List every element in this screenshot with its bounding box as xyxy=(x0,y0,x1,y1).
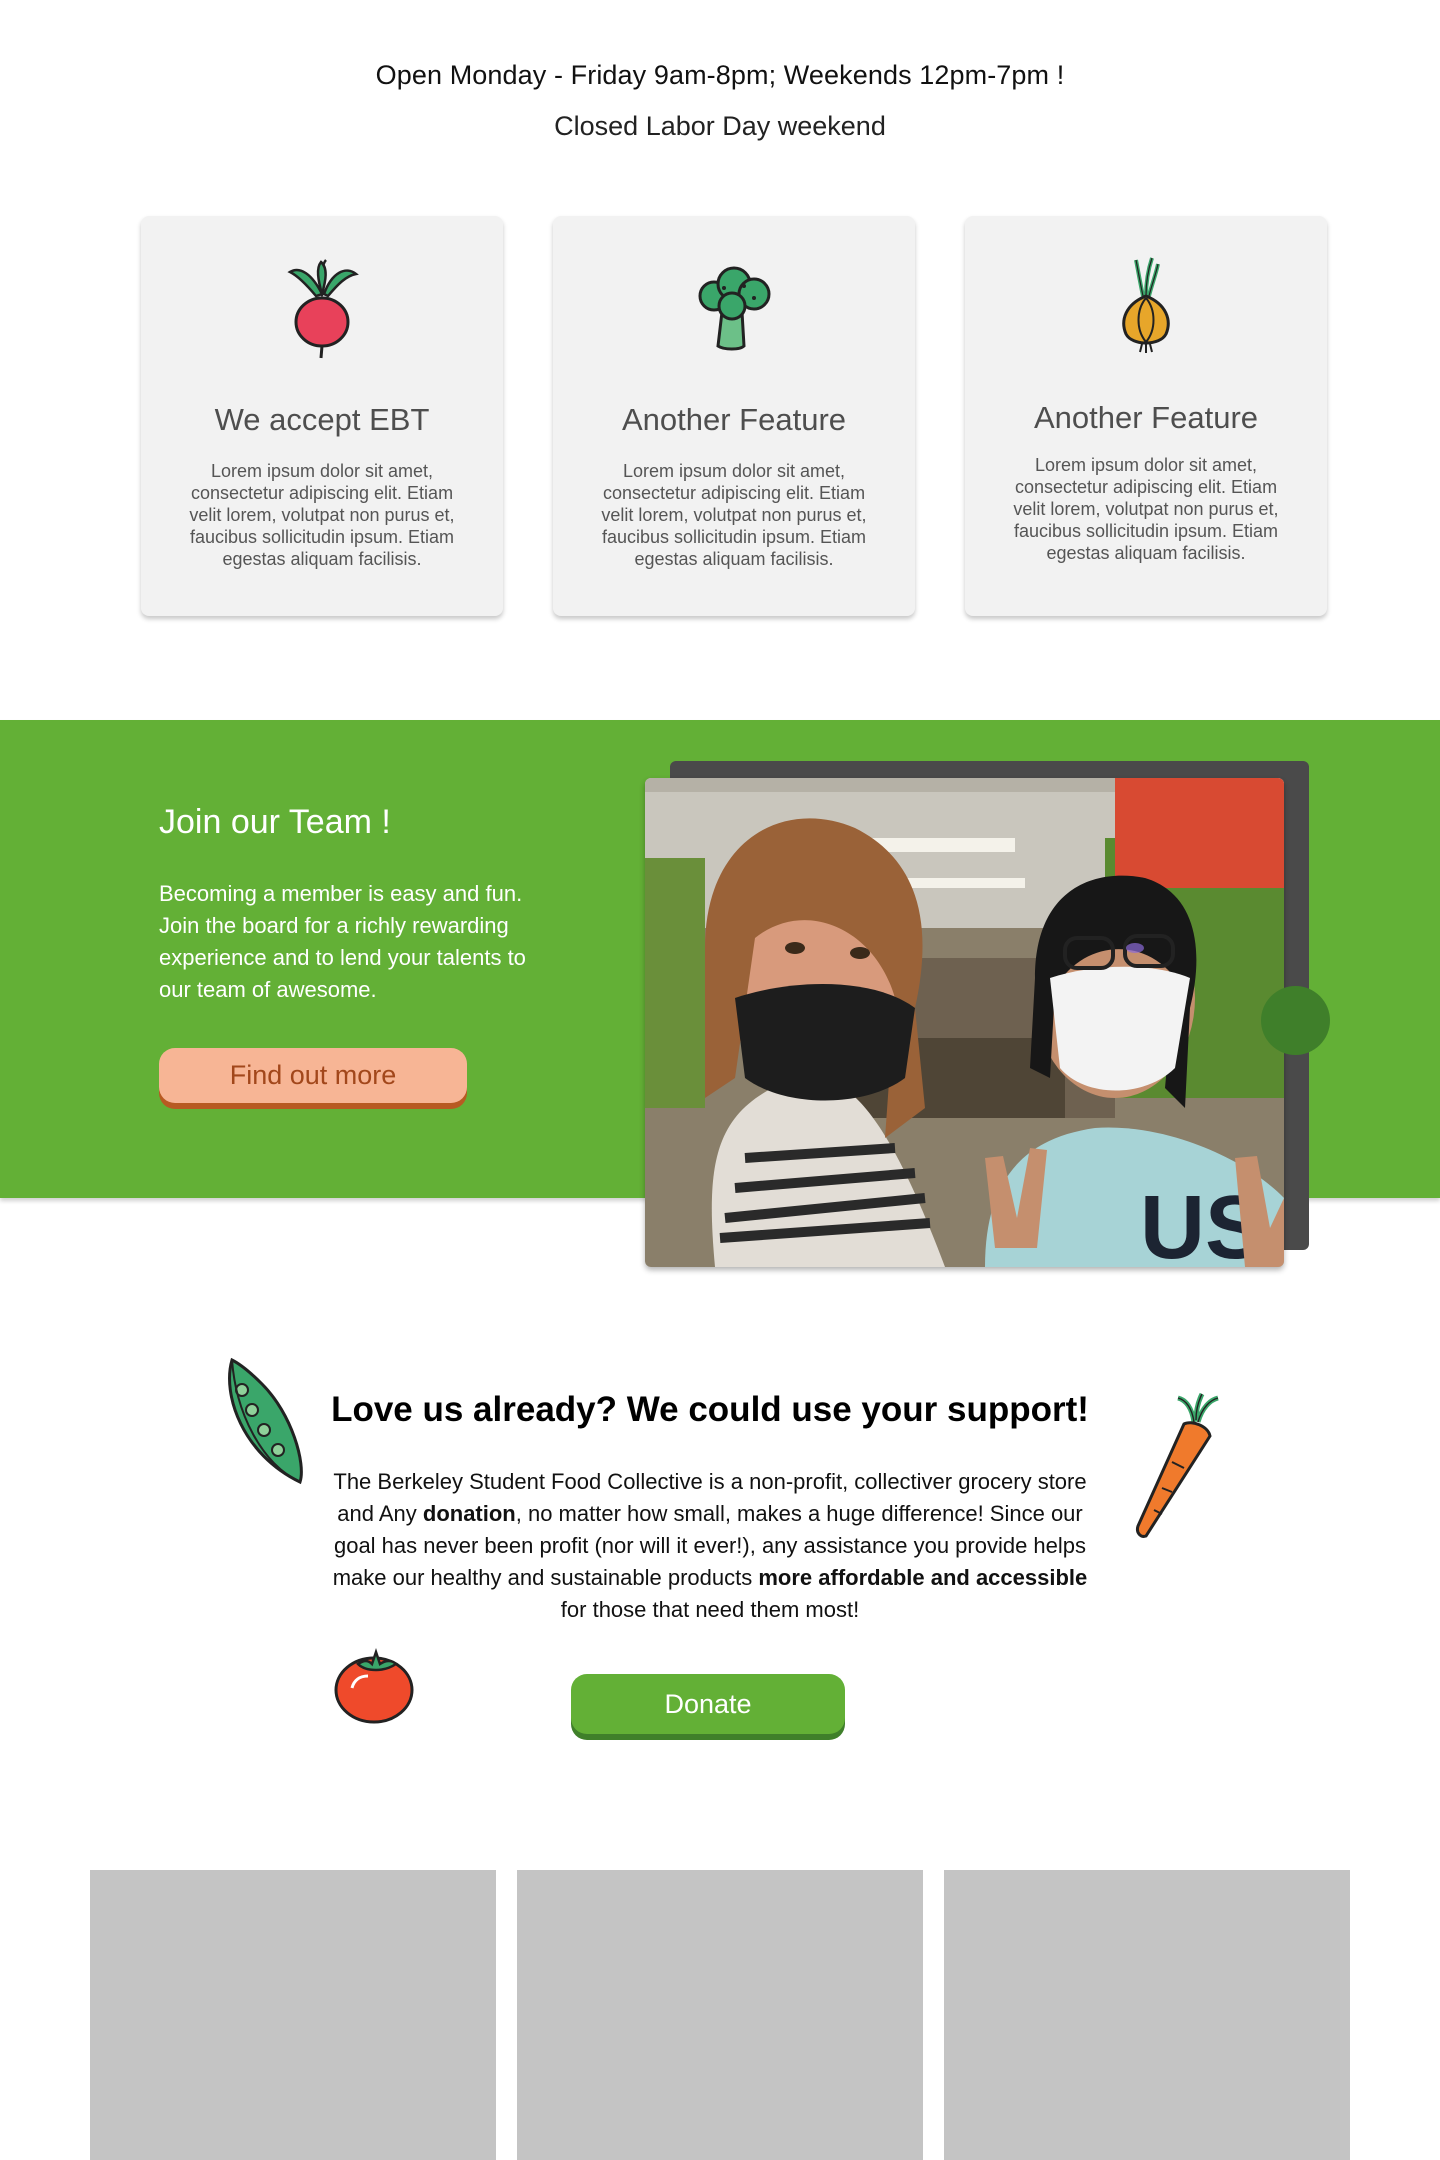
feature-text: Lorem ipsum dolor sit amet, consectetur … xyxy=(1013,455,1279,563)
closure-notice: Closed Labor Day weekend xyxy=(554,111,886,141)
donate-button[interactable]: Donate xyxy=(571,1674,845,1734)
feature-card-ebt: We accept EBT Lorem ipsum dolor sit amet… xyxy=(141,216,503,616)
volunteers-photo-art: US xyxy=(645,778,1284,1267)
hours-line: Open Monday - Friday 9am-8pm; Weekends 1… xyxy=(375,60,1065,90)
feature-title: Another Feature xyxy=(621,402,847,437)
broccoli-icon xyxy=(698,266,771,351)
hours-banner: Open Monday - Friday 9am-8pm; Weekends 1… xyxy=(0,60,1440,142)
image-placeholder-2 xyxy=(517,1870,923,2160)
two-volunteers-photo: US xyxy=(645,778,1284,1267)
support-title: Love us already? We could use your suppo… xyxy=(331,1390,1089,1429)
affordable-emphasis: more affordable and accessible xyxy=(758,1565,1088,1590)
image-placeholder-1 xyxy=(90,1870,496,2160)
support-text: The Berkeley Student Food Collective is … xyxy=(320,1466,1100,1626)
join-team-title: Join our Team ! xyxy=(159,803,391,841)
radish-icon xyxy=(287,259,359,359)
feature-title: We accept EBT xyxy=(214,402,430,437)
find-out-more-button[interactable]: Find out more xyxy=(159,1048,467,1103)
accent-dot xyxy=(1261,986,1330,1055)
support-text-part: for those that need them most! xyxy=(560,1597,860,1622)
onion-icon xyxy=(1122,257,1170,353)
feature-text: Lorem ipsum dolor sit amet, consectetur … xyxy=(189,461,455,569)
feature-text: Lorem ipsum dolor sit amet, consectetur … xyxy=(601,461,867,569)
image-placeholder-3 xyxy=(944,1870,1350,2160)
donation-emphasis: donation xyxy=(422,1501,516,1526)
join-team-text: Becoming a member is easy and fun. Join … xyxy=(159,881,526,1002)
feature-card-2: Another Feature Lorem ipsum dolor sit am… xyxy=(553,216,915,616)
feature-title: Another Feature xyxy=(1033,400,1259,435)
tomato-icon xyxy=(334,1648,414,1724)
feature-card-3: Another Feature Lorem ipsum dolor sit am… xyxy=(965,216,1327,616)
